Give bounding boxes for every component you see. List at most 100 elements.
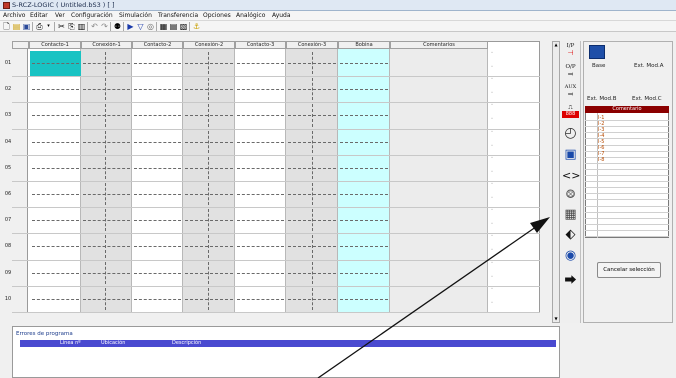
wire-segment [83, 141, 130, 143]
row-collapse-icon[interactable]: ˄ [490, 131, 494, 137]
app-icon [3, 2, 10, 9]
row-expand-icon[interactable]: ˅ [490, 66, 494, 72]
comment-row-id[interactable]: I-8 [598, 157, 604, 163]
open-folder-icon[interactable]: ▤ [12, 22, 21, 31]
row-expand-icon[interactable]: ˅ [490, 118, 494, 124]
redo-icon[interactable]: ↷ [100, 22, 109, 31]
comment-row-id[interactable]: I-1 [598, 115, 604, 121]
palette-output-button[interactable]: O/P ⫤ [562, 64, 579, 81]
row-expand-icon[interactable]: ˅ [490, 302, 494, 308]
base-module-icon[interactable] [589, 45, 605, 59]
io-table-icon[interactable]: ▤ [169, 22, 178, 31]
copy-icon[interactable]: ⎘ [67, 22, 76, 31]
palette-analog-button[interactable]: ⨷ [562, 186, 579, 203]
cancel-selection-button[interactable]: Cancelar selección [597, 262, 661, 278]
palette-input-button[interactable]: I/P ⊣ [562, 43, 579, 60]
wire-segment [32, 63, 79, 64]
palette-compare-button[interactable]: <> [562, 167, 580, 184]
row-collapse-icon[interactable]: ˄ [490, 262, 494, 268]
wire-segment [340, 194, 388, 195]
comment-row-line [585, 175, 669, 176]
scroll-down-icon[interactable]: ▼ [553, 316, 559, 322]
module-base-label[interactable]: Base [592, 63, 605, 69]
row-collapse-icon[interactable]: ˄ [490, 52, 494, 58]
print-icon[interactable]: ⎙ [35, 22, 44, 31]
row-collapse-icon[interactable]: ˄ [490, 235, 494, 241]
print-dropdown-icon[interactable]: ▾ [44, 22, 53, 31]
menu-simulacion[interactable]: Simulación [119, 12, 152, 19]
palette-aux-button[interactable]: AUX ⫤ [562, 84, 579, 101]
grid-icon[interactable]: ▦ [159, 22, 168, 31]
vertical-link [105, 130, 106, 153]
download-icon[interactable]: ▽ [136, 22, 145, 31]
wire-segment [134, 167, 181, 169]
vertical-scrollbar[interactable] [552, 41, 560, 323]
wire-segment [185, 246, 233, 248]
row-number: 08 [4, 243, 12, 250]
module-ext-a-label[interactable]: Ext. Mod.A [634, 63, 664, 69]
comment-row-id[interactable]: I-2 [598, 121, 604, 127]
row-collapse-icon[interactable]: ˄ [490, 78, 494, 84]
run-icon[interactable]: ▶ [126, 22, 135, 31]
comment-row-id[interactable]: I-7 [598, 151, 604, 157]
save-icon[interactable]: ▣ [22, 22, 31, 31]
wire-segment [237, 89, 284, 91]
vertical-link [105, 183, 106, 206]
row-expand-icon[interactable]: ˅ [490, 145, 494, 151]
monitor-icon[interactable]: ◎ [146, 22, 155, 31]
row-collapse-icon[interactable]: ˄ [490, 288, 494, 294]
row-expand-icon[interactable]: ˅ [490, 92, 494, 98]
undo-icon[interactable]: ↶ [90, 22, 99, 31]
wire-segment [32, 220, 79, 222]
column-comentarios[interactable] [390, 41, 488, 313]
paste-icon[interactable]: ▥ [77, 22, 86, 31]
palette-arrow-button[interactable]: ⮕ [562, 272, 579, 289]
menu-ayuda[interactable]: Ayuda [272, 12, 291, 19]
module-ext-b-label[interactable]: Ext. Mod.B [587, 96, 617, 102]
scroll-up-icon[interactable]: ▲ [553, 42, 559, 48]
comment-row-id[interactable]: I-6 [598, 145, 604, 151]
row-separator [12, 154, 540, 156]
menu-analogico[interactable]: Analógico [236, 12, 265, 19]
comment-row-id[interactable]: I-5 [598, 139, 604, 145]
new-file-icon[interactable]: 🗋 [2, 22, 11, 31]
row-number: 09 [4, 269, 12, 276]
row-collapse-icon[interactable]: ˄ [490, 183, 494, 189]
vertical-link [312, 261, 313, 284]
menu-configuracion[interactable]: Configuración [71, 12, 113, 19]
wire-segment [134, 298, 181, 300]
row-expand-icon[interactable]: ˅ [490, 249, 494, 255]
comment-row-id[interactable]: I-4 [598, 133, 604, 139]
palette-rtc-button[interactable]: ◉ [562, 247, 579, 264]
row-collapse-icon[interactable]: ˄ [490, 104, 494, 110]
timer-icon: ⎍ [568, 104, 573, 111]
row-collapse-icon[interactable]: ˄ [490, 157, 494, 163]
row-expand-icon[interactable]: ˅ [490, 223, 494, 229]
palette-timer-button[interactable]: ⎍ 888 [562, 104, 579, 121]
menu-ver[interactable]: Ver [55, 12, 65, 19]
wire-segment [340, 298, 388, 300]
help-icon[interactable]: ⚓ [192, 22, 201, 31]
menu-transferencia[interactable]: Transferencia [158, 12, 198, 19]
menu-opciones[interactable]: Opciones [203, 12, 231, 19]
palette-display-button[interactable]: ⬖ [562, 226, 579, 243]
row-collapse-icon[interactable]: ˄ [490, 209, 494, 215]
cut-icon[interactable]: ✂ [57, 22, 66, 31]
diagram-icon[interactable]: ▧ [179, 22, 188, 31]
palette-keypad-button[interactable]: ▦ [562, 206, 579, 223]
row-number: 05 [4, 164, 12, 171]
vertical-link [312, 130, 313, 153]
row-expand-icon[interactable]: ˅ [490, 276, 494, 282]
menu-archivo[interactable]: Archivo [3, 12, 25, 19]
error-col-description: Descripción [172, 340, 202, 346]
module-ext-c-label[interactable]: Ext. Mod.C [632, 96, 662, 102]
palette-counter-button[interactable]: ▣ [562, 146, 579, 163]
menu-editar[interactable]: Editar [30, 12, 48, 19]
row-expand-icon[interactable]: ˅ [490, 197, 494, 203]
row-number: 10 [4, 295, 12, 302]
comment-row-id[interactable]: I-3 [598, 127, 604, 133]
find-icon[interactable]: ⚉ [113, 22, 122, 31]
wire-segment [185, 194, 233, 195]
row-expand-icon[interactable]: ˅ [490, 171, 494, 177]
palette-clock-button[interactable]: ◴ [562, 125, 579, 142]
